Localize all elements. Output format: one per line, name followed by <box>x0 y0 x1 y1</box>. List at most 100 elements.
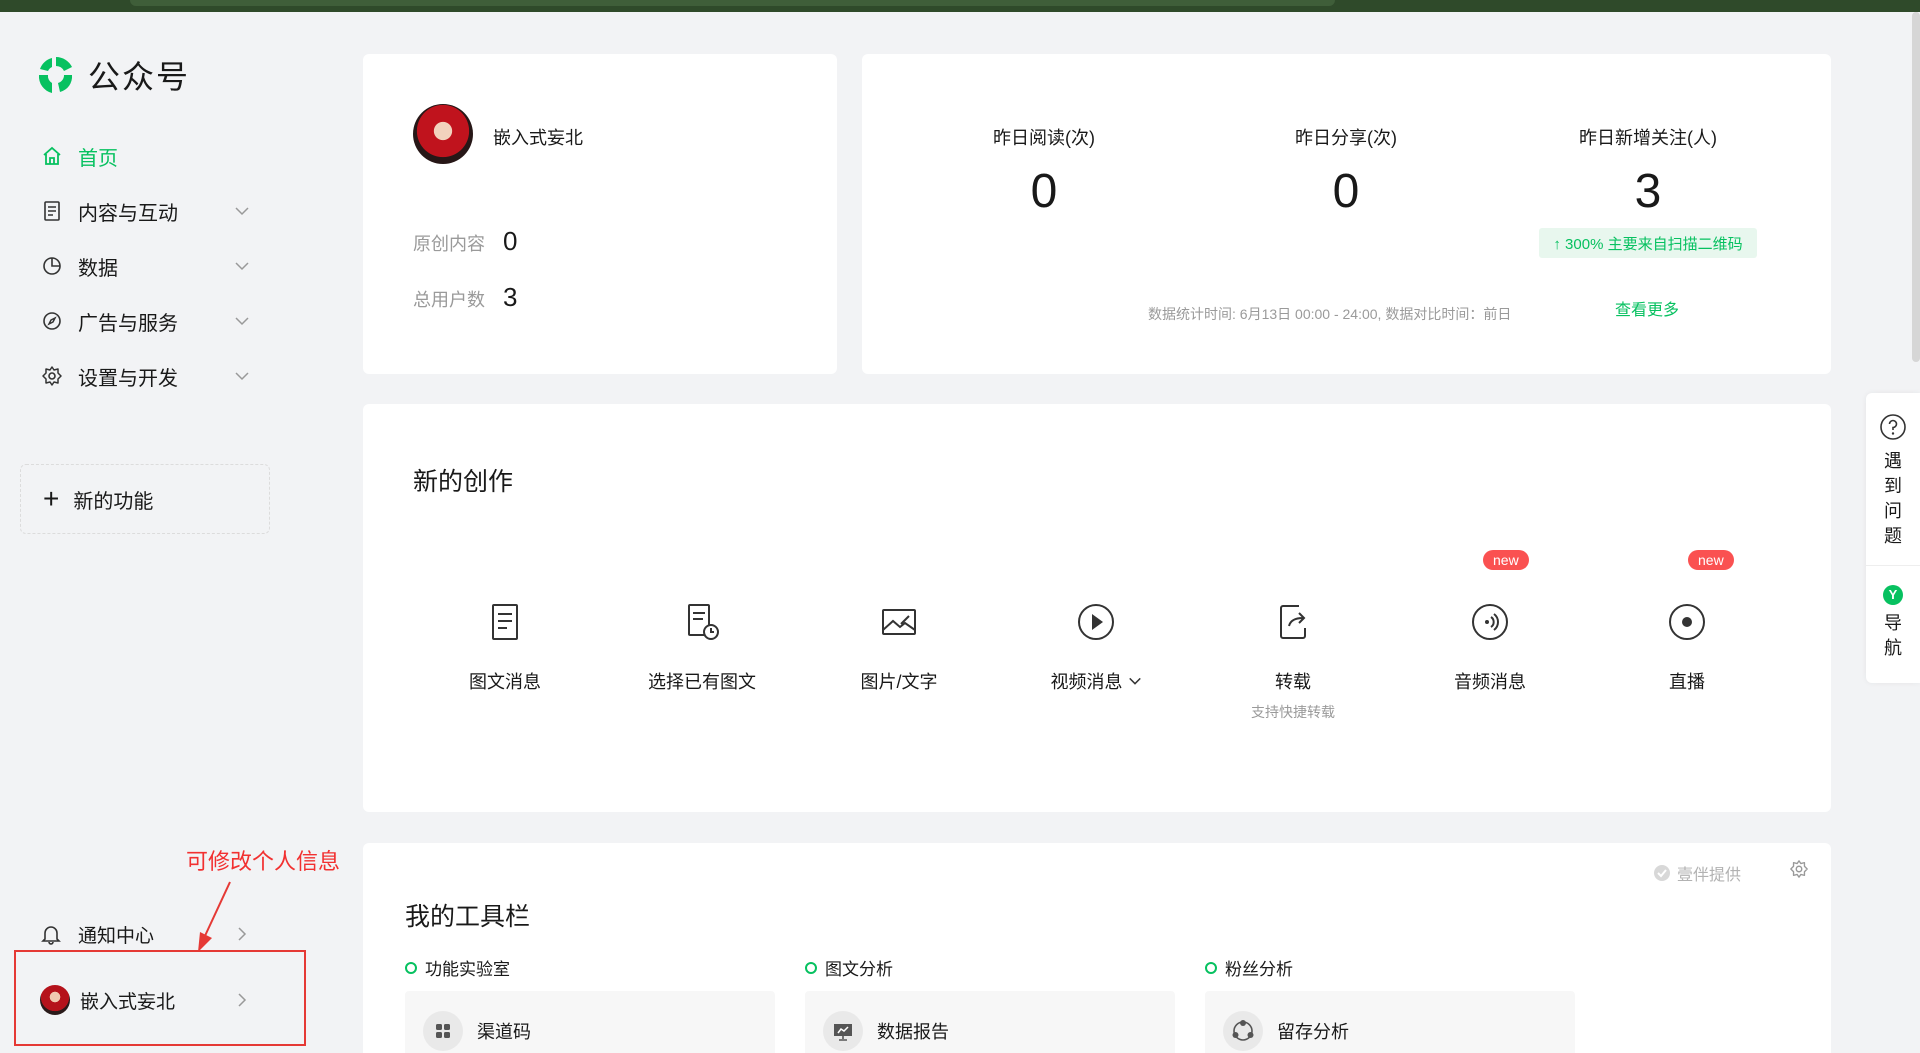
sidebar-item-settings[interactable]: 设置与开发 <box>40 356 250 396</box>
sidebar-item-ads[interactable]: 广告与服务 <box>40 301 250 341</box>
grid-icon <box>423 1011 463 1051</box>
stat-yesterday-follows: 昨日新增关注(人) 3 <box>1528 124 1768 219</box>
section-label: 功能实验室 <box>425 960 510 979</box>
help-nav-link[interactable]: 导航 <box>1866 611 1920 661</box>
annotation-text: 可修改个人信息 <box>186 849 341 874</box>
stat-value[interactable]: 3 <box>503 282 517 313</box>
scrollbar[interactable] <box>1912 12 1920 362</box>
section-label: 图文分析 <box>825 960 893 979</box>
new-feature-label: 新的功能 <box>73 490 154 513</box>
tile-label: 渠道码 <box>477 1022 531 1042</box>
tool-label: 图片/文字 <box>860 672 938 692</box>
avatar[interactable] <box>413 104 473 164</box>
sidebar-item-label: 设置与开发 <box>78 367 178 390</box>
provider-text: 壹伴提供 <box>1676 867 1741 884</box>
tool-live[interactable]: 直播 <box>1607 600 1767 694</box>
gear-icon <box>40 364 64 388</box>
nav-logo-icon: Y <box>1883 585 1903 605</box>
stat-value: 0 <box>1332 165 1360 218</box>
chevron-down-icon <box>235 372 249 381</box>
video-play-icon <box>1074 600 1118 644</box>
sidebar-item-label: 内容与互动 <box>78 202 178 225</box>
home-icon <box>40 144 64 168</box>
tile-label: 留存分析 <box>1277 1022 1349 1042</box>
tool-image-text[interactable]: 图片/文字 <box>819 600 979 694</box>
sidebar-item-label: 广告与服务 <box>78 312 178 335</box>
account-name[interactable]: 嵌入式妄北 <box>493 124 583 150</box>
sidebar-item-content[interactable]: 内容与互动 <box>40 191 250 231</box>
tool-tile-channel-code[interactable]: 渠道码 <box>405 991 775 1053</box>
sidebar-item-data[interactable]: 数据 <box>40 246 250 286</box>
stat-label: 原创内容 <box>413 234 485 254</box>
bell-icon <box>40 923 64 945</box>
report-board-icon <box>823 1011 863 1051</box>
chevron-down-icon[interactable] <box>1128 674 1142 688</box>
chevron-right-icon <box>238 993 247 1007</box>
total-users-stat: 总用户数 3 <box>413 282 517 313</box>
stats-time-note: 数据统计时间: 6月13日 00:00 - 24:00, 数据对比时间：前日 <box>1148 306 1512 322</box>
section-title: 新的创作 <box>413 468 514 496</box>
growth-badge: ↑ 300% 主要来自扫描二维码 <box>1539 228 1757 258</box>
account-entry[interactable]: 嵌入式妄北 <box>40 980 250 1020</box>
image-text-icon <box>877 600 921 644</box>
section-dot-icon <box>805 961 817 974</box>
sidebar-item-label: 数据 <box>78 257 118 280</box>
chevron-down-icon <box>235 207 249 216</box>
live-icon <box>1665 600 1709 644</box>
help-nav-text: 导航 <box>1884 613 1902 658</box>
tool-repost[interactable]: 转载 支持快捷转载 <box>1213 600 1373 722</box>
tool-label: 转载 <box>1275 672 1311 692</box>
section-title: 我的工具栏 <box>405 903 531 931</box>
section-label: 粉丝分析 <box>1225 960 1293 979</box>
account-name: 嵌入式妄北 <box>80 991 176 1013</box>
tool-video[interactable]: 视频消息 <box>1016 600 1176 694</box>
tool-audio[interactable]: 音频消息 <box>1410 600 1570 694</box>
chevron-down-icon <box>235 317 249 326</box>
stat-value[interactable]: 0 <box>503 226 517 257</box>
audio-icon <box>1468 600 1512 644</box>
tool-label: 音频消息 <box>1454 672 1526 692</box>
new-feature-button[interactable]: + 新的功能 <box>20 464 270 534</box>
logo-text: 公众号 <box>88 59 191 95</box>
document-icon <box>40 199 64 223</box>
tool-tile-retention[interactable]: 留存分析 <box>1205 991 1575 1053</box>
sidebar-item-home[interactable]: 首页 <box>40 136 250 176</box>
new-badge: new <box>1688 550 1734 570</box>
toolbar-section-lab: 功能实验室 <box>405 955 510 980</box>
tool-label: 图文消息 <box>469 672 541 692</box>
stats-card: 昨日阅读(次) 0 昨日分享(次) 0 昨日新增关注(人) 3 ↑ 300% 主… <box>862 54 1831 374</box>
stat-label: 昨日分享(次) <box>1295 128 1397 148</box>
new-creation-card: 新的创作 图文消息 选择已有图文 图片/文字 视频消息 new 转载 支持快捷转… <box>363 404 1831 812</box>
check-badge-icon <box>1653 865 1670 881</box>
settings-gear-icon[interactable] <box>1789 859 1809 879</box>
section-dot-icon <box>405 961 417 974</box>
tool-tile-data-report[interactable]: 数据报告 <box>805 991 1175 1053</box>
sidebar-item-label: 首页 <box>78 147 118 170</box>
view-more-link[interactable]: 查看更多 <box>1615 296 1679 320</box>
toolbar-section-article-analysis: 图文分析 <box>805 955 893 980</box>
profile-card: 嵌入式妄北 原创内容 0 总用户数 3 <box>363 54 837 374</box>
notification-label: 通知中心 <box>78 925 155 947</box>
floating-helper: 遇到问题 Y 导航 <box>1866 393 1920 683</box>
sidebar: 公众号 首页 内容与互动 数据 广告与服务 设置与开发 + 新的功能 可修改个人… <box>0 12 340 1053</box>
stat-yesterday-reads: 昨日阅读(次) 0 <box>924 124 1164 219</box>
stat-value: 0 <box>1030 165 1058 218</box>
nodes-icon <box>1223 1011 1263 1051</box>
avatar <box>40 985 70 1015</box>
stat-label: 总用户数 <box>413 290 485 310</box>
tool-label: 选择已有图文 <box>648 672 756 692</box>
tool-article[interactable]: 图文消息 <box>425 600 585 694</box>
help-problem-link[interactable]: 遇到问题 <box>1866 449 1920 549</box>
new-badge: new <box>1483 550 1529 570</box>
question-circle-icon[interactable] <box>1879 413 1907 441</box>
my-toolbar-card: 壹伴提供 我的工具栏 功能实验室 渠道码 图文分析 数据报告 粉丝分析 留存分析 <box>363 843 1831 1053</box>
wechat-official-logo-icon <box>38 57 73 93</box>
provider-label: 壹伴提供 <box>1653 861 1741 885</box>
tile-label: 数据报告 <box>877 1022 949 1042</box>
stat-label: 昨日阅读(次) <box>993 128 1095 148</box>
tool-label: 视频消息 <box>1016 668 1176 694</box>
notification-center[interactable]: 通知中心 <box>40 914 250 954</box>
logo[interactable]: 公众号 <box>34 52 190 98</box>
tool-select-article[interactable]: 选择已有图文 <box>622 600 782 694</box>
chevron-right-icon <box>238 927 247 941</box>
